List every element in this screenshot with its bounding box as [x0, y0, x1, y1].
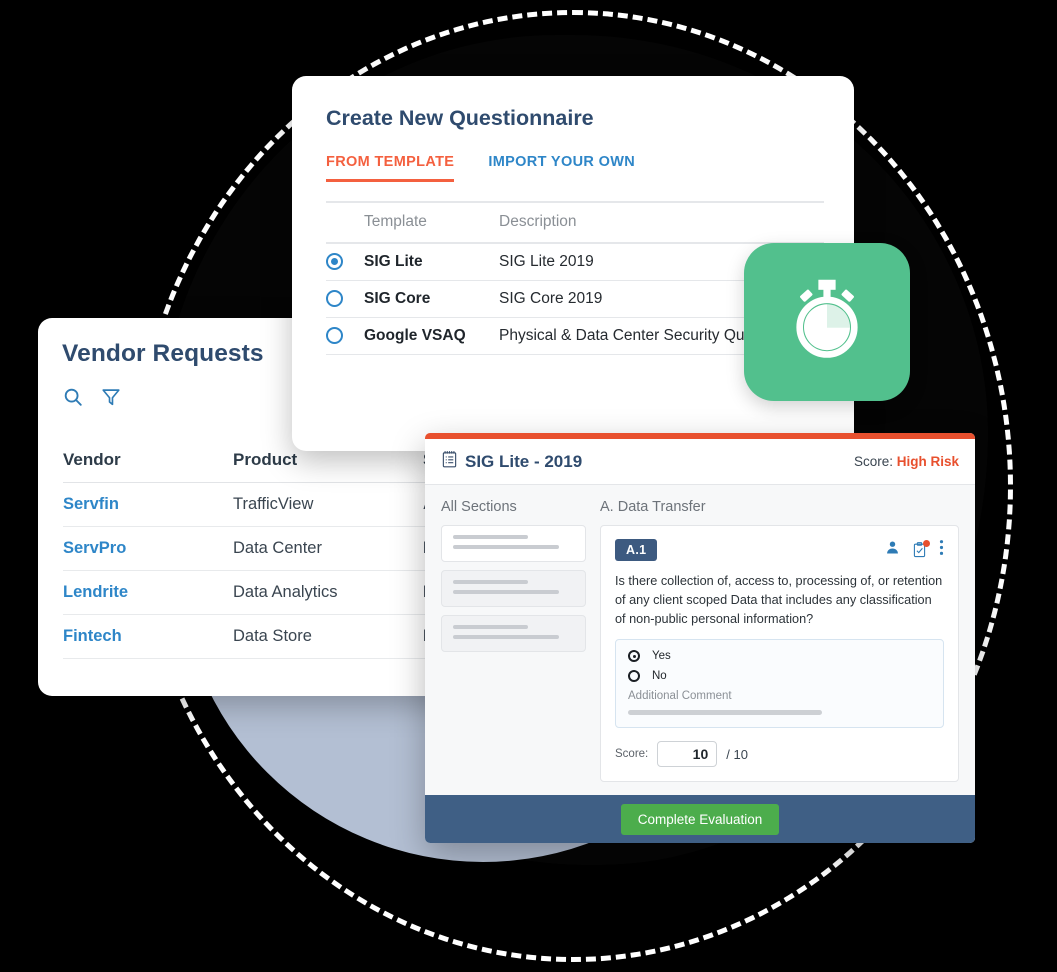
- skeleton-line: [453, 545, 560, 549]
- cell-vendor[interactable]: Lendrite: [63, 570, 233, 615]
- cell-vendor[interactable]: Servfin: [63, 482, 233, 527]
- tab-from-template[interactable]: FROM TEMPLATE: [326, 154, 455, 182]
- skeleton-line: [453, 580, 529, 584]
- page-title: Vendor Requests: [62, 340, 264, 367]
- cell-vendor[interactable]: ServPro: [63, 526, 233, 571]
- question-text: Is there collection of, access to, proce…: [615, 574, 943, 626]
- cell-vendor[interactable]: Fintech: [63, 614, 233, 659]
- radio-yes[interactable]: [628, 650, 640, 663]
- skeleton-line: [453, 635, 560, 639]
- answer-label-no: No: [652, 670, 667, 683]
- vendor-requests-toolbar: [62, 386, 122, 408]
- cell-product: TrafficView: [233, 482, 423, 527]
- question-score-row: Score: / 10: [615, 741, 944, 768]
- modal-title: Create New Questionnaire: [326, 106, 594, 130]
- skeleton-line: [453, 535, 529, 539]
- cell-product: Data Store: [233, 614, 423, 659]
- cell-radio[interactable]: [326, 280, 364, 318]
- question-score-label: Score:: [615, 748, 649, 761]
- cell-radio[interactable]: [326, 243, 364, 281]
- complete-evaluation-button[interactable]: Complete Evaluation: [620, 803, 780, 835]
- notepad-checklist-icon: [441, 450, 458, 473]
- radio-no[interactable]: [628, 670, 640, 683]
- answer-option-no[interactable]: No: [628, 670, 931, 683]
- person-icon[interactable]: [885, 540, 900, 560]
- score-label: Score:: [853, 454, 893, 469]
- cell-template-name: Google VSAQ: [364, 317, 499, 355]
- column-header-vendor[interactable]: Vendor: [63, 442, 233, 483]
- notification-dot: [923, 540, 930, 547]
- answer-option-yes[interactable]: Yes: [628, 650, 931, 663]
- answer-label-yes: Yes: [652, 650, 671, 663]
- sections-sidebar: All Sections: [441, 499, 586, 795]
- column-header-description: Description: [499, 201, 824, 244]
- tab-import-your-own[interactable]: IMPORT YOUR OWN: [488, 154, 635, 182]
- question-score-total: / 10: [726, 746, 748, 762]
- section-list-item[interactable]: [441, 615, 586, 652]
- panel-footer: Complete Evaluation: [425, 795, 975, 843]
- current-section-label: A. Data Transfer: [600, 499, 706, 515]
- column-header-template: Template: [364, 201, 499, 244]
- skeleton-line: [453, 625, 529, 629]
- question-score-input[interactable]: [657, 741, 718, 768]
- cell-product: Data Center: [233, 526, 423, 571]
- search-icon[interactable]: [62, 386, 84, 408]
- radio-template-0[interactable]: [326, 253, 343, 271]
- filter-icon[interactable]: [100, 386, 122, 408]
- canvas: Vendor Requests Vendor Product Status: [0, 0, 1057, 972]
- question-header: A.1: [615, 539, 944, 561]
- sig-lite-evaluation-panel: SIG Lite - 2019 Score: High Risk All Sec…: [425, 433, 975, 843]
- panel-body: All Sections A. Data Transfer A.1 Is the…: [425, 485, 975, 795]
- additional-comment-label: Additional Comment: [628, 690, 732, 703]
- question-id-badge: A.1: [615, 539, 658, 561]
- radio-template-2[interactable]: [326, 327, 343, 345]
- cell-template-name: SIG Lite: [364, 243, 499, 281]
- question-card: A.1 Is there collection of, access to, p…: [600, 525, 959, 783]
- panel-header: SIG Lite - 2019 Score: High Risk: [425, 439, 975, 485]
- table-header-row: Template Description: [326, 201, 824, 244]
- cell-radio[interactable]: [326, 317, 364, 355]
- radio-template-1[interactable]: [326, 290, 343, 308]
- skeleton-line: [453, 590, 560, 594]
- stopwatch-icon: [781, 274, 873, 371]
- sections-label: All Sections: [441, 499, 517, 515]
- more-vertical-icon[interactable]: [939, 539, 944, 561]
- question-pane: A. Data Transfer A.1 Is there collection…: [600, 499, 959, 795]
- answer-box: Yes No Additional Comment: [615, 639, 944, 729]
- question-icon-group: [885, 539, 944, 561]
- cell-template-name: SIG Core: [364, 280, 499, 318]
- panel-title: SIG Lite - 2019: [465, 451, 583, 471]
- column-header-select: [326, 201, 364, 244]
- status-badge: Score: High Risk: [854, 454, 959, 469]
- stopwatch-badge: [744, 243, 910, 401]
- cell-product: Data Analytics: [233, 570, 423, 615]
- score-value: High Risk: [896, 454, 959, 469]
- modal-tabs: FROM TEMPLATE IMPORT YOUR OWN: [326, 154, 635, 182]
- clipboard-check-icon[interactable]: [912, 540, 930, 558]
- section-list-item[interactable]: [441, 570, 586, 607]
- section-list-item[interactable]: [441, 525, 586, 562]
- additional-comment-input[interactable]: [628, 710, 822, 716]
